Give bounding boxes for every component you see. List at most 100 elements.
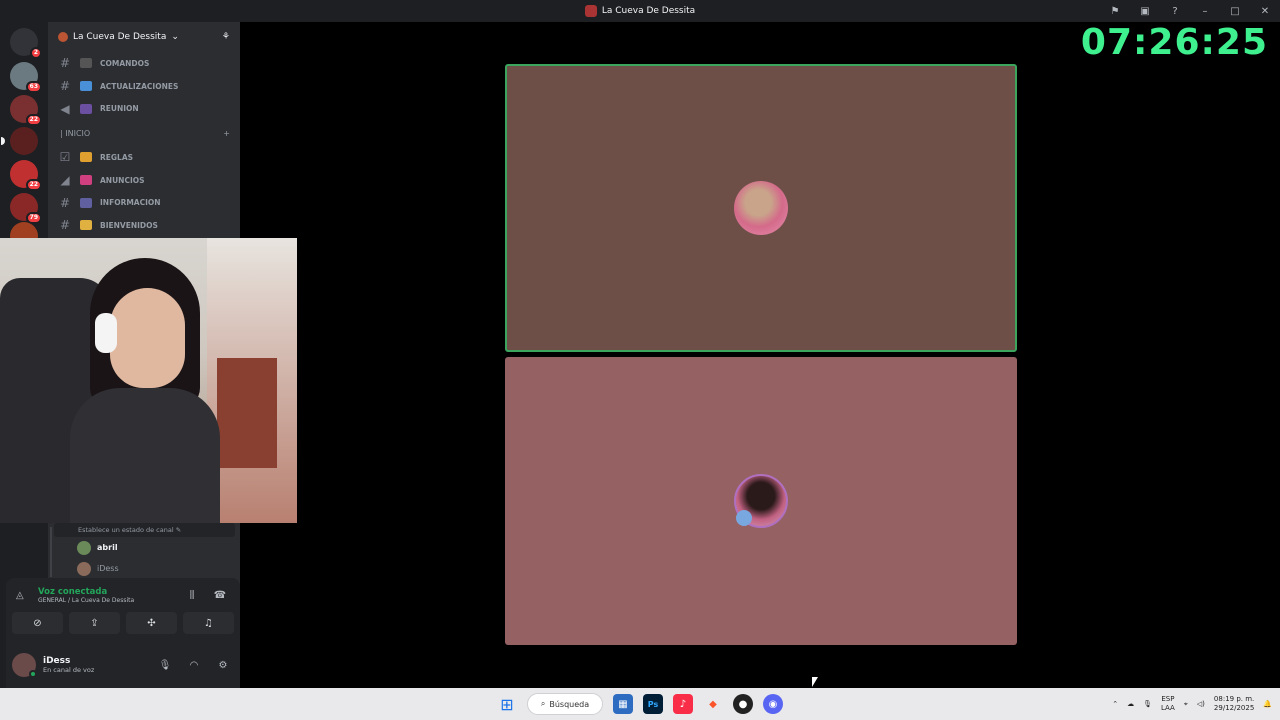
channel-emoji-icon: [80, 58, 92, 69]
channel-bienvenidos[interactable]: # BIENVENIDOS: [48, 214, 240, 237]
windows-taskbar: ⊞ ⌕ Búsqueda ▦ Ps ♪ ◆ ● ◉ ⌃ ☁ 🎙 ESP LAA …: [0, 688, 1280, 720]
username: iDess: [43, 656, 71, 666]
guild-icon[interactable]: [1, 127, 38, 155]
camera-off-icon: ⊘: [33, 617, 42, 629]
maximize-button[interactable]: □: [1220, 6, 1250, 17]
language-indicator[interactable]: ESP LAA: [1161, 695, 1175, 713]
user-status: En canal de voz: [43, 666, 95, 674]
text-channel-icon: #: [59, 195, 71, 210]
webcam-overlay: [0, 238, 297, 523]
stream-clock: 07:26:25: [1080, 22, 1268, 63]
inbox-icon[interactable]: ⚑: [1100, 6, 1130, 17]
soundboard-button[interactable]: ♫: [183, 612, 234, 634]
server-icon: [58, 32, 68, 42]
add-channel-icon[interactable]: +: [223, 129, 230, 138]
channel-emoji-icon: [80, 152, 92, 163]
windows-start-icon[interactable]: ⊞: [497, 694, 517, 714]
discord-icon[interactable]: ◉: [763, 694, 783, 714]
voice-user[interactable]: iDess: [48, 558, 240, 579]
avatar-decoration-icon: [736, 510, 752, 526]
channel-emoji-icon: [80, 175, 92, 186]
cloud-icon[interactable]: ☁: [1127, 700, 1134, 708]
guild-icon[interactable]: 22: [10, 160, 42, 191]
online-status-icon: [29, 670, 37, 678]
channel-emoji-icon: [80, 81, 92, 92]
notification-bell-icon[interactable]: 🔔: [1263, 700, 1272, 708]
megaphone-icon: ◢: [60, 173, 70, 188]
headphones-icon[interactable]: ◠: [183, 660, 205, 671]
channel-informacion[interactable]: # INFORMACION: [48, 191, 240, 214]
brave-browser-icon[interactable]: ◆: [703, 694, 723, 714]
channel-emoji-icon: [80, 103, 92, 114]
help-icon[interactable]: ?: [1160, 6, 1190, 17]
direct-messages-icon[interactable]: 2: [10, 28, 42, 59]
text-channel-icon: #: [59, 56, 71, 71]
voice-user[interactable]: abril: [48, 537, 240, 558]
channel-emoji-icon: [80, 220, 92, 231]
clock-date[interactable]: 08:19 p. m. 29/12/2025: [1214, 695, 1254, 713]
search-icon: ⌕: [540, 699, 546, 708]
music-icon[interactable]: ♪: [673, 694, 693, 714]
minimize-button[interactable]: –: [1190, 6, 1220, 17]
microphone-icon[interactable]: 🎙: [154, 660, 176, 671]
channel-anuncios[interactable]: ◢ ANUNCIOS: [48, 169, 240, 192]
avatar: [77, 561, 91, 576]
participant-avatar: [734, 474, 788, 528]
title-bar: La Cueva De Dessita ⚑ ▣ ? – □ ✕: [0, 0, 1280, 22]
activities-icon: ✣: [147, 617, 156, 629]
photoshop-icon[interactable]: Ps: [643, 694, 663, 714]
window-title-text: La Cueva De Dessita: [601, 6, 696, 16]
taskbar-search[interactable]: ⌕ Búsqueda: [527, 693, 603, 715]
screen-share-button[interactable]: ⇪: [69, 612, 120, 634]
disconnect-icon[interactable]: ☎: [210, 590, 230, 601]
activities-button[interactable]: ✣: [126, 612, 177, 634]
channel-reglas[interactable]: ☑ REGLAS: [48, 146, 240, 169]
channel-reunion[interactable]: ◀ REUNION: [48, 97, 240, 120]
guild-icon[interactable]: 22: [10, 95, 42, 126]
microphone-tray-icon[interactable]: 🎙: [1143, 700, 1152, 708]
channel-comandos[interactable]: # COMANDOS: [48, 52, 240, 75]
user-panel: iDess En canal de voz 🎙 ◠ ⚙: [6, 642, 240, 688]
volume-icon[interactable]: ◁): [1197, 700, 1205, 708]
network-icon[interactable]: ⌖: [1184, 700, 1188, 709]
headset-icon: [95, 313, 117, 353]
settings-gear-icon[interactable]: ⚙: [212, 660, 234, 671]
server-header[interactable]: La Cueva De Dessita ⌄ ⚘: [48, 22, 240, 52]
connection-signal-icon[interactable]: ◬: [16, 590, 30, 601]
participant-tile[interactable]: [505, 357, 1017, 645]
add-member-icon[interactable]: ⚘: [222, 32, 230, 42]
participant-tile-speaking[interactable]: [505, 64, 1017, 352]
voice-channel-path[interactable]: GENERAL / La Cueva De Dessita: [38, 597, 174, 604]
close-button[interactable]: ✕: [1250, 6, 1280, 17]
guild-icon[interactable]: 79: [10, 193, 42, 224]
streamer-figure: [70, 258, 220, 523]
noise-suppression-icon[interactable]: ⫼: [182, 590, 202, 601]
store-icon[interactable]: ▦: [613, 694, 633, 714]
channel-actualizaciones[interactable]: # ACTUALIZACIONES: [48, 75, 240, 98]
speaker-icon: ◀: [60, 101, 70, 116]
camera-off-button[interactable]: ⊘: [12, 612, 63, 634]
category-inicio[interactable]: | INICIO +: [48, 120, 240, 146]
app-icon[interactable]: ●: [733, 694, 753, 714]
voice-connected-label: Voz conectada: [38, 586, 108, 597]
title-actions: ⚑ ▣ ? – □ ✕: [1100, 0, 1280, 22]
rules-icon: ☑: [59, 150, 71, 165]
chevron-down-icon: ⌄: [171, 32, 179, 42]
server-logo-icon: [584, 5, 597, 17]
window-title: La Cueva De Dessita: [584, 5, 696, 17]
mouse-cursor-icon: [812, 677, 818, 687]
guild-icon[interactable]: 63: [10, 62, 42, 93]
avatar: [77, 540, 91, 555]
system-tray: ⌃ ☁ 🎙 ESP LAA ⌖ ◁) 08:19 p. m. 29/12/202…: [1112, 688, 1272, 720]
text-channel-icon: #: [59, 79, 71, 94]
text-channel-icon: #: [59, 218, 71, 233]
participant-avatar: [734, 181, 788, 235]
monitor-icon[interactable]: ▣: [1130, 6, 1160, 17]
channel-status-input[interactable]: Establece un estado de canal ✎: [54, 523, 235, 537]
soundboard-icon: ♫: [204, 617, 213, 629]
avatar[interactable]: [12, 653, 37, 678]
voice-channel-members: Establece un estado de canal ✎ abril iDe…: [48, 523, 240, 578]
chevron-up-icon[interactable]: ⌃: [1112, 700, 1118, 708]
screen-share-icon: ⇪: [90, 617, 99, 629]
voice-connection-panel: ◬ Voz conectada GENERAL / La Cueva De De…: [6, 578, 240, 642]
